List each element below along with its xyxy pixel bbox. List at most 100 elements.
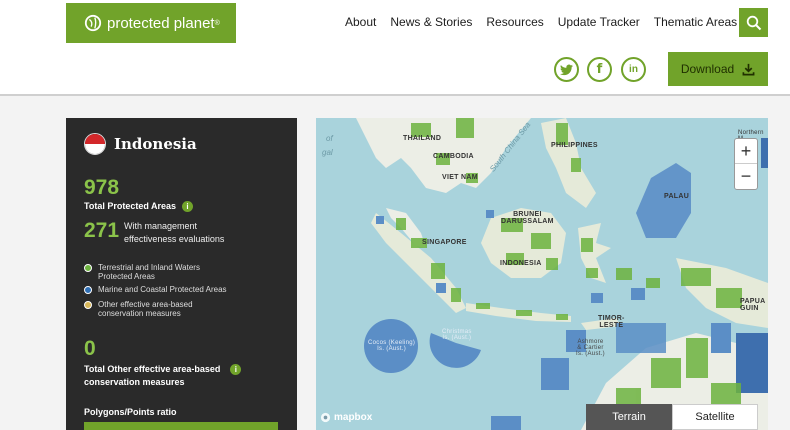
tpa-block	[476, 303, 490, 309]
country-stats-panel: Indonesia 978 Total Protected Areas i 271…	[66, 118, 297, 430]
map-label-christmas-line-2: Is. (Aust.)	[442, 335, 472, 341]
info-icon[interactable]: i	[230, 364, 242, 376]
map-label-cambodia: CAMBODIA	[433, 153, 474, 160]
map-label-timor-line-1: TIMOR-	[598, 315, 625, 322]
nav-news-stories[interactable]: News & Stories	[390, 15, 472, 29]
country-map[interactable]: of gal South China Sea THAILAND CAMBODIA…	[316, 118, 768, 430]
map-label-brunei-line-2: DARUSSALAM	[501, 218, 554, 225]
tpa-block	[651, 358, 681, 388]
map-zoom-control: + −	[734, 138, 758, 190]
site-header: protected planet ® About News & Stories R…	[0, 0, 790, 96]
main-nav: About News & Stories Resources Update Tr…	[345, 15, 767, 29]
tpa-block	[556, 314, 568, 320]
oecm-label-line-1: Total Other effective area-based	[84, 364, 221, 374]
satellite-toggle[interactable]: Satellite	[672, 404, 758, 430]
mapbox-logo-icon	[320, 412, 331, 423]
tpa-block	[546, 258, 558, 270]
legend-terrestrial-line-2: Protected Areas	[98, 272, 155, 281]
map-label-ashmore-line-3: Is. (Aust.)	[576, 351, 605, 357]
download-button[interactable]: Download	[668, 52, 768, 86]
site-logo[interactable]: protected planet ®	[66, 3, 236, 43]
mpa-block	[491, 416, 521, 430]
nav-thematic-areas-label: Thematic Areas	[653, 15, 738, 29]
twitter-icon	[560, 64, 573, 75]
facebook-button[interactable]: f	[587, 57, 612, 82]
map-label-brunei-line-1: BRUNEI	[513, 211, 542, 218]
legend-marine-dot	[84, 286, 92, 294]
info-icon[interactable]: i	[182, 201, 194, 213]
total-protected-areas-row: Total Protected Areas i	[84, 201, 194, 213]
tpa-block	[681, 268, 711, 286]
mpa-block	[711, 323, 731, 353]
map-label-thailand: THAILAND	[403, 135, 442, 142]
mapbox-attribution[interactable]: mapbox	[320, 412, 372, 423]
map-label-indonesia: INDONESIA	[500, 260, 542, 267]
map-canvas	[356, 118, 768, 430]
tpa-block	[456, 118, 474, 138]
tpa-block	[716, 288, 742, 308]
mpa-block	[591, 293, 603, 303]
map-label-timor-line-2: LESTE	[599, 322, 624, 329]
management-evaluations-label-line-1: With management	[124, 221, 198, 231]
tpa-block	[616, 268, 632, 280]
zoom-in-button[interactable]: +	[735, 139, 757, 164]
mpa-block	[436, 283, 446, 293]
nav-resources[interactable]: Resources	[486, 15, 543, 29]
mpa-block	[376, 216, 384, 224]
linkedin-button[interactable]: in	[621, 57, 646, 82]
globe-leaf-icon	[84, 14, 102, 32]
map-label-papua-line-2: GUIN	[740, 305, 759, 312]
search-icon	[746, 15, 761, 30]
logo-registered-mark: ®	[214, 19, 220, 27]
legend-oecm-line-2: conservation measures	[98, 309, 181, 318]
mpa-palau	[636, 163, 691, 238]
mpa-block	[631, 288, 645, 300]
tpa-block	[431, 263, 445, 279]
tpa-block	[531, 233, 551, 249]
mpa-block	[486, 210, 494, 218]
map-label-cocos-line-2: Is. (Aust.)	[377, 346, 407, 352]
legend-marine-line-1: Marine and Coastal Protected Areas	[98, 285, 227, 294]
linkedin-icon: in	[629, 64, 638, 75]
mapbox-attribution-text: mapbox	[334, 412, 373, 423]
oecm-label-line-2: conservation measures	[84, 377, 185, 387]
country-name: Indonesia	[114, 135, 197, 153]
tpa-block	[571, 158, 581, 172]
indonesia-flag-icon	[84, 133, 106, 155]
oecm-label: Total Other effective area-based i conser…	[84, 363, 242, 389]
nav-about[interactable]: About	[345, 15, 376, 29]
sea-label-gal: gal	[322, 148, 333, 157]
map-label-cocos: Cocos (Keeling) Is. (Aust.)	[368, 340, 415, 352]
map-label-christmas: Christmas Is. (Aust.)	[442, 329, 472, 341]
logo-text: protected planet	[107, 14, 215, 32]
map-label-vietnam: VIET NAM	[442, 174, 478, 181]
management-evaluations-label-line-2: effectiveness evaluations	[124, 234, 225, 244]
twitter-button[interactable]	[554, 57, 579, 82]
map-label-papua-line-1: PAPUA	[740, 298, 766, 305]
legend-oecm-line-1: Other effective area-based	[98, 300, 193, 309]
management-evaluations-count: 271	[84, 219, 120, 242]
map-label-palau: PALAU	[664, 193, 690, 200]
total-protected-areas-label: Total Protected Areas	[84, 201, 177, 211]
tpa-block	[451, 288, 461, 302]
legend-terrestrial: Terrestrial and Inland Waters Protected A…	[84, 263, 200, 281]
tpa-block	[686, 338, 708, 378]
map-label-ashmore: Ashmore & Cartier Is. (Aust.)	[576, 339, 605, 357]
map-label-timor-leste: TIMOR- LESTE	[598, 315, 625, 329]
oecm-count: 0	[84, 337, 96, 360]
polygons-points-ratio-bar	[84, 422, 278, 430]
nav-update-tracker[interactable]: Update Tracker	[558, 15, 640, 29]
search-button[interactable]	[739, 8, 768, 37]
polygons-points-ratio-label: Polygons/Points ratio	[84, 407, 177, 417]
legend-marine: Marine and Coastal Protected Areas	[84, 285, 227, 294]
total-protected-areas-count: 978	[84, 176, 120, 199]
terrain-toggle[interactable]: Terrain	[586, 404, 672, 430]
zoom-out-button[interactable]: −	[735, 164, 757, 189]
tpa-block	[646, 278, 660, 288]
tpa-block	[581, 238, 593, 252]
management-evaluations-label: With management effectiveness evaluation…	[124, 220, 224, 246]
legend-oecm-dot	[84, 301, 92, 309]
tpa-block	[396, 218, 406, 230]
map-label-singapore: SINGAPORE	[422, 239, 467, 246]
download-label: Download	[680, 62, 735, 76]
